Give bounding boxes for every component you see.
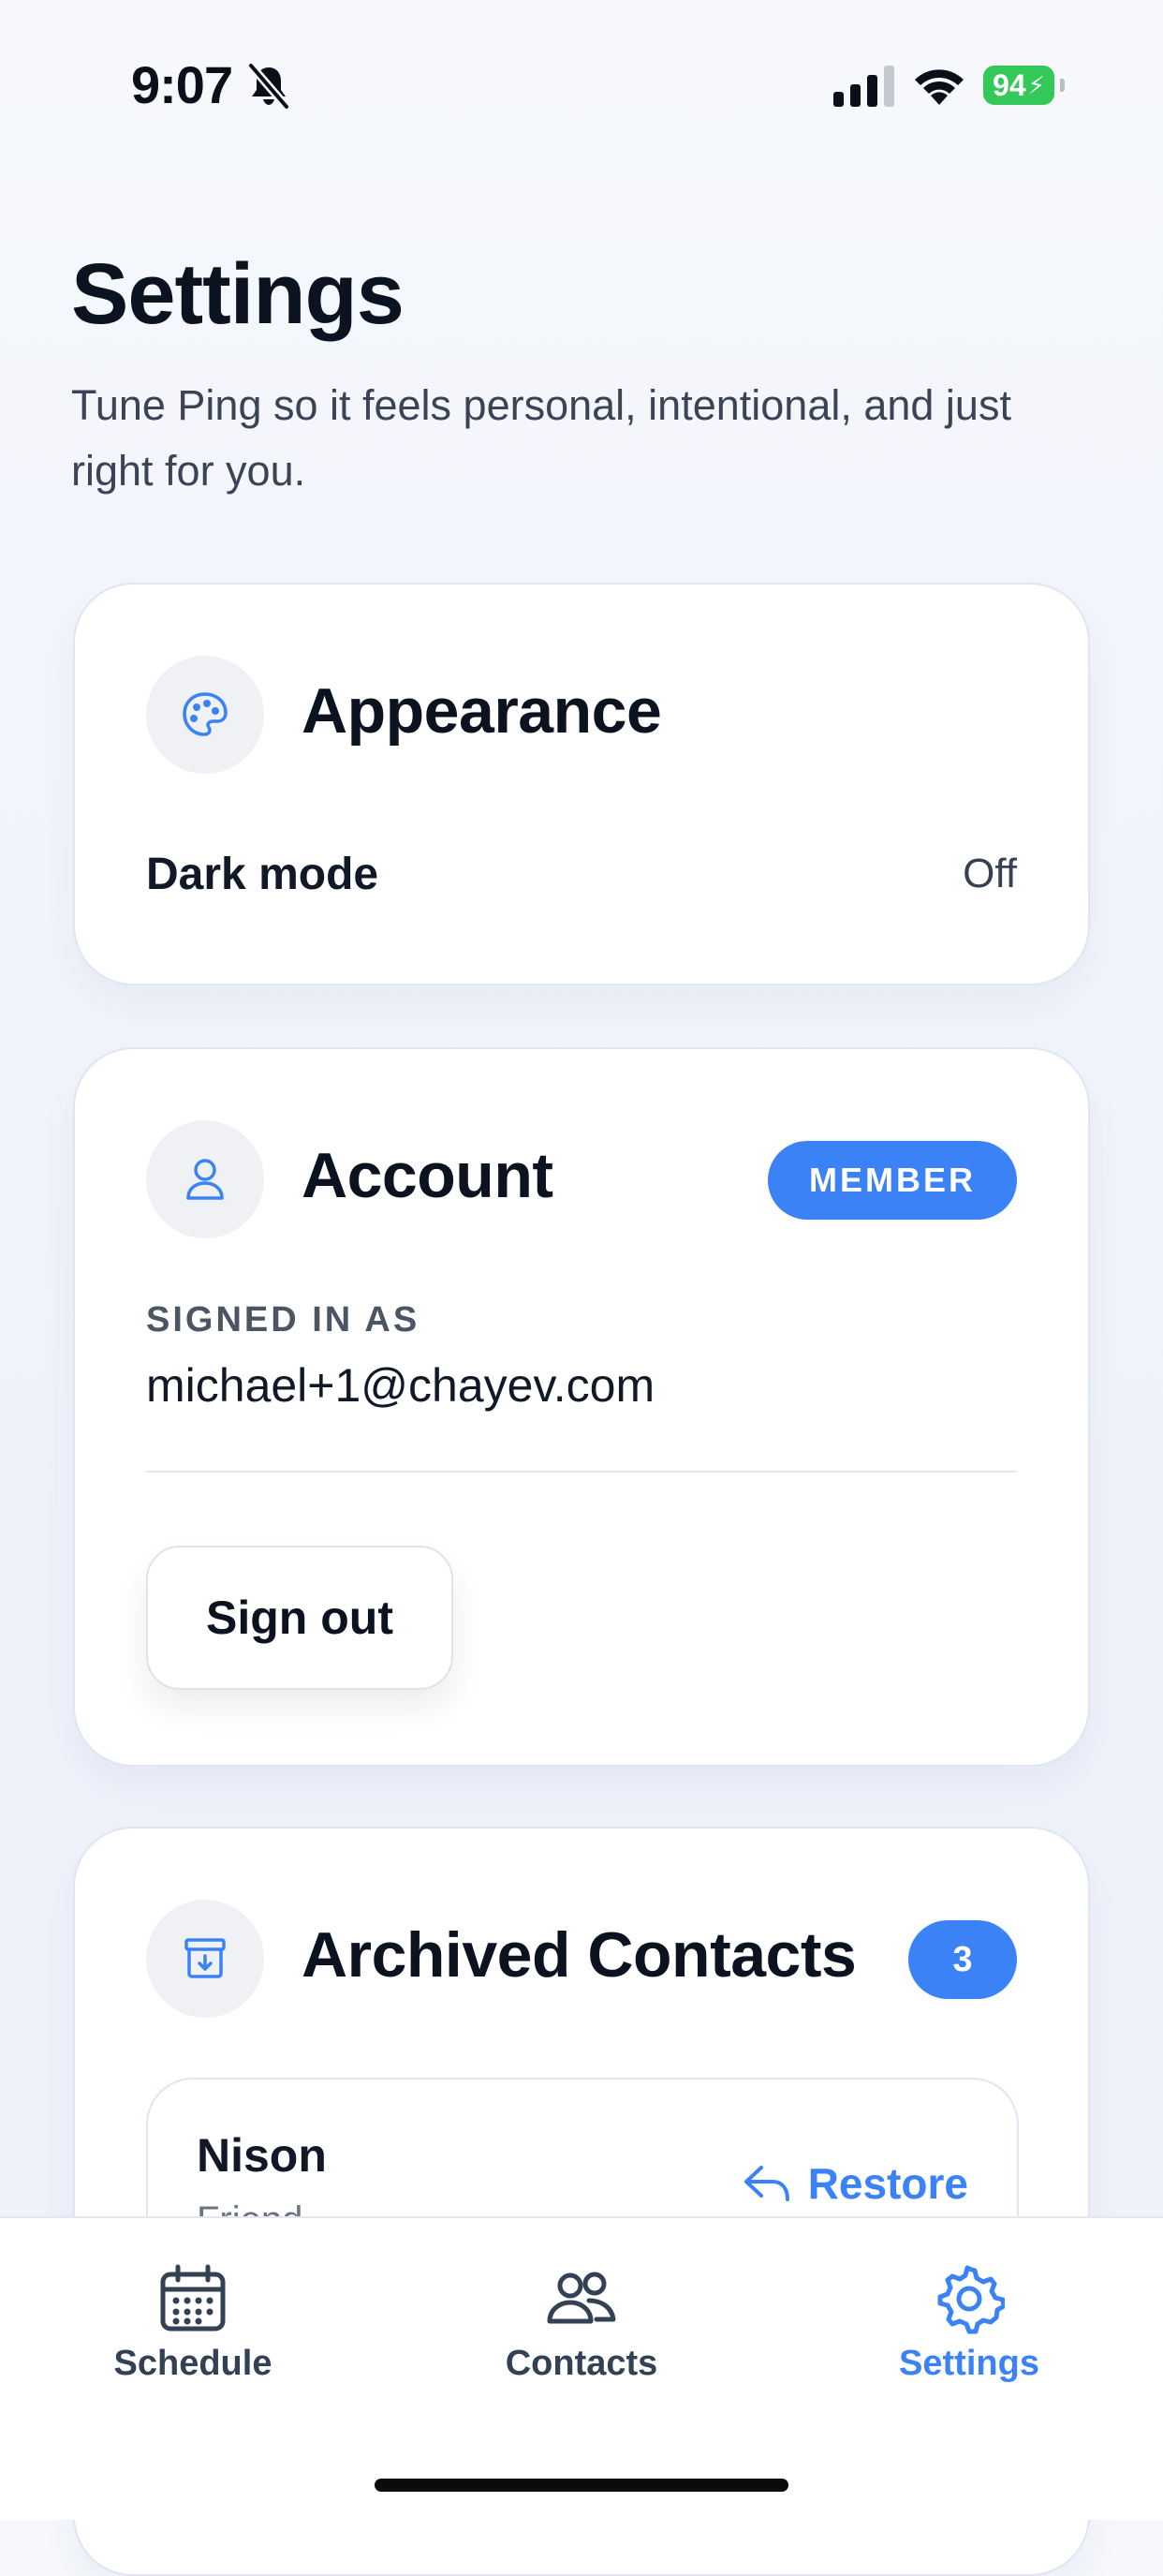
signed-in-label: SIGNED IN AS (146, 1300, 420, 1340)
tab-contacts[interactable]: Contacts (441, 2263, 722, 2384)
wifi-icon (915, 69, 964, 105)
tab-schedule-label: Schedule (113, 2344, 272, 2383)
status-time: 9:07 (131, 55, 233, 114)
tab-schedule[interactable]: Schedule (52, 2263, 333, 2384)
contact-name: Nison (197, 2129, 327, 2182)
member-badge: MEMBER (768, 1141, 1017, 1220)
tab-settings[interactable]: Settings (829, 2263, 1110, 2384)
home-indicator[interactable] (375, 2479, 788, 2492)
status-bar: 9:07 94 ⚡ (0, 0, 1163, 169)
sign-out-button[interactable]: Sign out (146, 1546, 453, 1690)
gear-icon (937, 2265, 1005, 2334)
account-email: michael+1@chayev.com (146, 1359, 655, 1412)
palette-icon (146, 656, 264, 774)
account-title: Account (302, 1140, 553, 1211)
tab-contacts-label: Contacts (505, 2344, 658, 2383)
battery-level: 94 (993, 67, 1026, 102)
divider (146, 1471, 1017, 1473)
tab-settings-label: Settings (899, 2344, 1039, 2383)
dark-mode-label[interactable]: Dark mode (146, 849, 378, 900)
archived-contacts-title: Archived Contacts (302, 1919, 857, 1991)
restore-label: Restore (807, 2159, 968, 2208)
account-card: Account MEMBER SIGNED IN AS michael+1@ch… (73, 1047, 1090, 1767)
dark-mode-value[interactable]: Off (963, 851, 1017, 897)
battery-indicator: 94 ⚡ (983, 66, 1065, 105)
calendar-icon (160, 2264, 226, 2332)
signal-icon (833, 66, 894, 107)
restore-button[interactable]: Restore (743, 2158, 968, 2209)
bell-slash-icon (246, 62, 291, 111)
archive-icon (146, 1900, 264, 2018)
archived-count-badge: 3 (908, 1920, 1017, 1999)
appearance-card: Appearance Dark mode Off (73, 583, 1090, 985)
people-icon (547, 2272, 616, 2324)
user-icon (146, 1120, 264, 1238)
tab-bar: Schedule Contacts Settings (0, 2216, 1163, 2520)
appearance-title: Appearance (302, 675, 662, 747)
page-title: Settings (71, 246, 405, 342)
page-subtitle: Tune Ping so it feels personal, intentio… (71, 381, 1011, 495)
reply-arrow-icon (743, 2166, 789, 2201)
